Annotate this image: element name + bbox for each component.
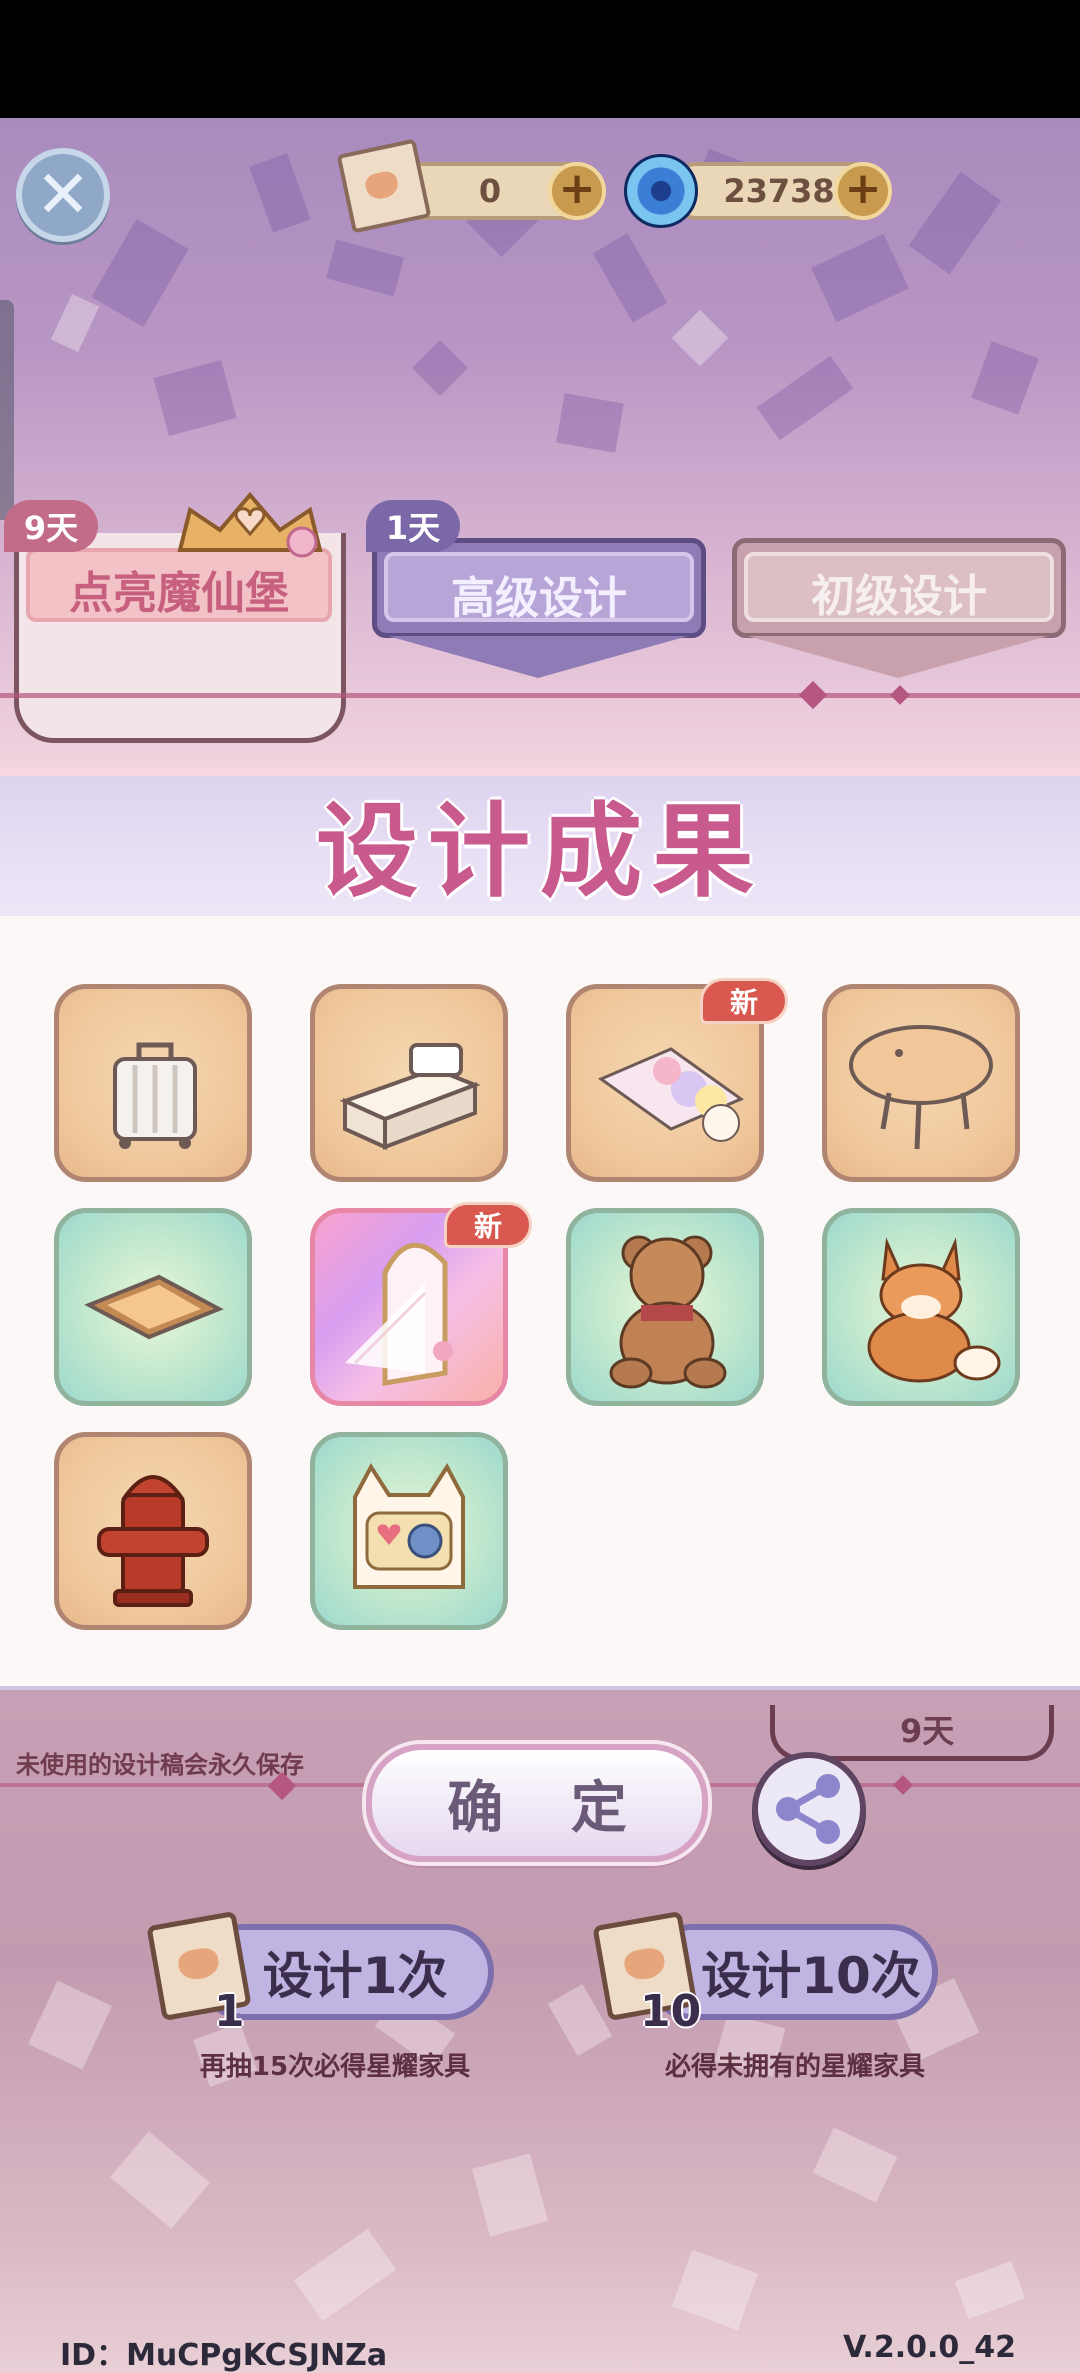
crown-ornament-icon <box>177 491 323 558</box>
new-badge: 新 <box>444 1202 532 1248</box>
result-item-fire-hydrant[interactable] <box>54 1432 252 1630</box>
result-item-cat-bag[interactable] <box>310 1432 508 1630</box>
player-id: ID：MuCPgKCSJNZa <box>60 2338 388 2373</box>
suitcase-icon <box>113 1042 197 1149</box>
tab-advanced-design-badge: 1天 <box>366 500 460 552</box>
gem-count: 23738 <box>723 172 835 210</box>
confirm-button-label: 确 定 <box>447 1775 651 1841</box>
tab-divider <box>0 693 1080 698</box>
design-ten-label: 设计10次 <box>701 1947 921 2005</box>
confirm-button[interactable]: 确 定 <box>366 1744 708 1862</box>
add-gem-button[interactable]: + <box>834 162 892 220</box>
add-ticket-button[interactable]: + <box>548 162 606 220</box>
design-once-hint: 再抽15次必得星耀家具 <box>199 2052 471 2082</box>
ticket-count: 0 <box>478 172 502 210</box>
design-ten-count: 10 <box>640 1986 702 2037</box>
tab-basic-design-label: 初级设计 <box>811 571 987 622</box>
result-item-oval-table[interactable] <box>822 984 1020 1182</box>
close-icon: ✕ <box>35 156 91 233</box>
result-panel-title: 设计成果 <box>316 793 764 912</box>
share-button[interactable] <box>752 1752 866 1866</box>
share-icon <box>776 1774 840 1844</box>
side-handle[interactable] <box>0 300 14 520</box>
version-label: V.2.0.0_42 <box>843 2330 1016 2365</box>
design-ten-hint: 必得未拥有的星耀家具 <box>664 2052 925 2082</box>
sink-counter-icon <box>339 1043 481 1151</box>
notice-text: 未使用的设计稿会永久保存 <box>16 1751 304 1779</box>
floor-hatch-icon <box>84 1274 224 1340</box>
tab-advanced-design-point <box>388 636 688 678</box>
timer-text: 9天 <box>900 1712 955 1750</box>
swirl-gem-icon <box>624 154 698 228</box>
new-badge: 新 <box>700 978 788 1024</box>
design-once-label: 设计1次 <box>262 1947 448 2005</box>
tab-advanced-design-label: 高级设计 <box>451 573 627 624</box>
result-item-fox-plush[interactable] <box>822 1208 1020 1406</box>
fox-plush-icon <box>867 1237 1001 1383</box>
close-button[interactable]: ✕ <box>16 148 110 242</box>
result-item-teddy-bear[interactable] <box>566 1208 764 1406</box>
teddy-bear-icon <box>609 1235 727 1389</box>
design-once-count: 1 <box>214 1986 245 2037</box>
result-item-sink-counter[interactable] <box>310 984 508 1182</box>
oval-table-icon <box>849 1025 993 1150</box>
cat-bag-icon <box>353 1463 465 1589</box>
result-item-suitcase[interactable] <box>54 984 252 1182</box>
tab-light-castle-badge: 9天 <box>4 500 98 552</box>
tab-light-castle-label: 点亮魔仙堡 <box>69 568 289 619</box>
result-item-floor-hatch[interactable] <box>54 1208 252 1406</box>
fire-hydrant-icon <box>97 1475 209 1607</box>
tab-basic-design-point <box>748 636 1048 678</box>
status-bar-area <box>0 0 1080 118</box>
design-ticket-icon <box>336 138 432 234</box>
